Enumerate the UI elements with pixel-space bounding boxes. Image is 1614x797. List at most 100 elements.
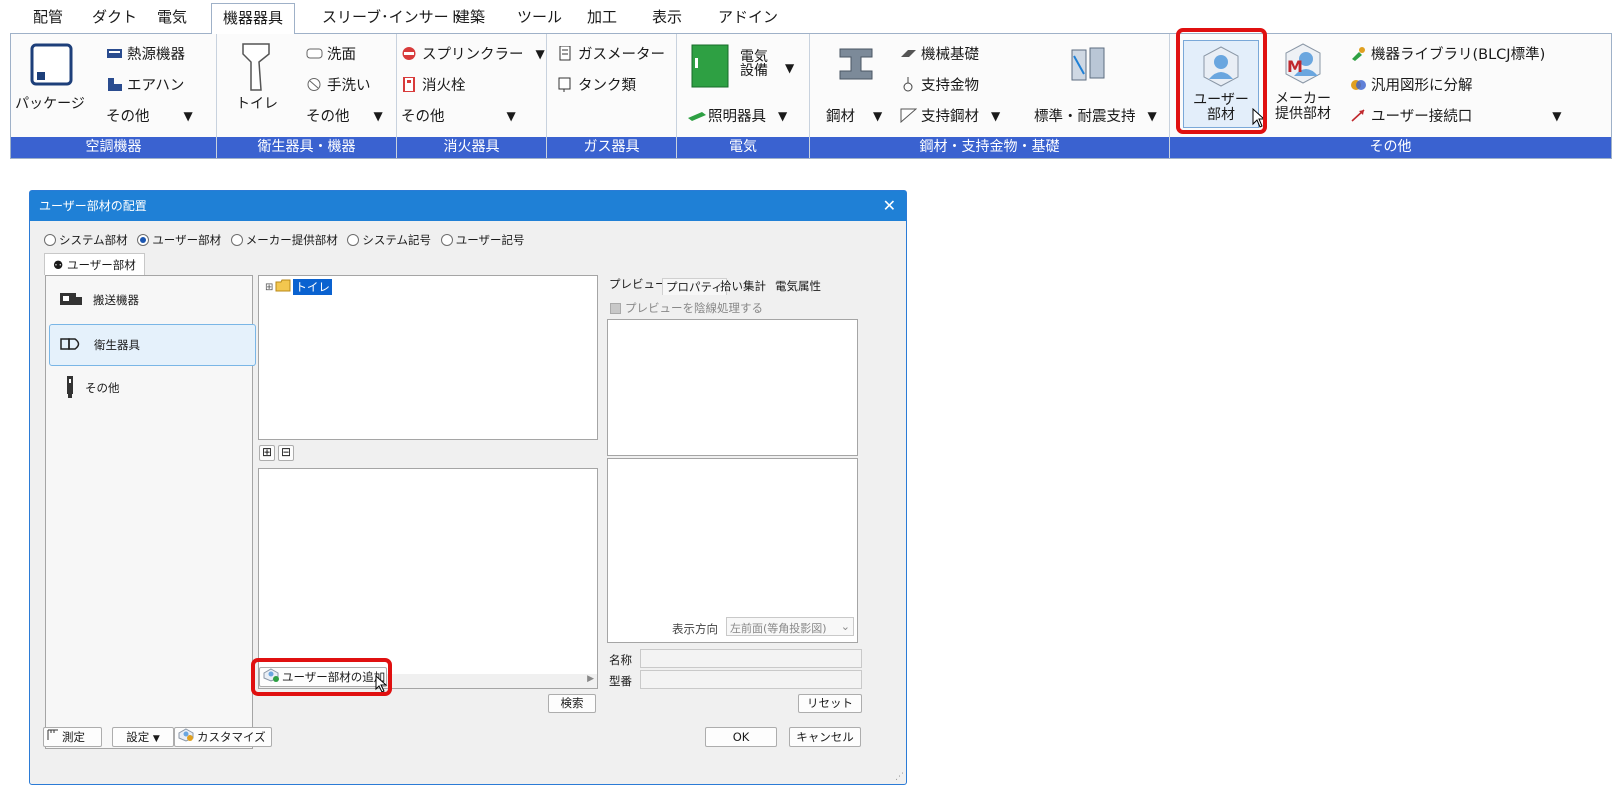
name-label: 名称	[609, 653, 632, 667]
menu-piping[interactable]: 配管	[33, 6, 63, 27]
chevron-down-icon: ▼	[506, 108, 516, 123]
menu-architecture[interactable]: 建築	[455, 6, 485, 27]
checkbox-icon	[610, 302, 621, 314]
hydrant-icon	[401, 76, 418, 93]
user-connection-button[interactable]: ユーザー接続口 ▼	[1350, 105, 1561, 126]
menu-view[interactable]: 表示	[652, 6, 682, 27]
radio-system-part[interactable]: システム部材	[44, 233, 128, 247]
decompose-button[interactable]: 汎用図形に分解	[1350, 74, 1473, 95]
package-icon[interactable]	[29, 42, 74, 87]
menu-duct[interactable]: ダクト	[92, 6, 137, 27]
model-field[interactable]	[640, 670, 862, 689]
radio-maker-part[interactable]: メーカー提供部材	[230, 233, 338, 247]
group-sanitary: トイレ 洗面 手洗い その他 ▼ 衛生器具・機器	[217, 34, 397, 158]
air-handler-button[interactable]: エアハン	[106, 74, 184, 95]
chevron-down-icon: ▼	[1552, 108, 1562, 123]
measure-button[interactable]: 測定	[43, 727, 102, 747]
tab-properties[interactable]: プロパティ	[662, 278, 727, 295]
chevron-down-icon: ▼	[535, 46, 545, 61]
tank-button[interactable]: タンク類	[557, 74, 636, 95]
sanitary-other-button[interactable]: その他 ▼	[306, 105, 383, 126]
category-sanitary[interactable]: 衛生器具	[49, 324, 256, 366]
electric-equipment-icon[interactable]	[691, 44, 729, 88]
svg-text:M: M	[1287, 57, 1303, 76]
part-tree: ⊞ トイレ	[258, 275, 598, 440]
customize-icon	[178, 727, 194, 747]
expand-icon[interactable]: ⊞	[265, 282, 273, 293]
name-field[interactable]	[640, 649, 862, 668]
menu-bar: 配管 ダクト 電気 機器器具 スリーブ･インサート 建築 ツール 加工 表示 ア…	[0, 0, 1614, 34]
seismic-support-icon[interactable]	[1068, 44, 1108, 84]
standard-seismic-button[interactable]: 標準・耐震支持 ▼	[1034, 105, 1157, 126]
tab-quantity[interactable]: 拾い集計	[720, 278, 766, 294]
support-hardware-button[interactable]: 支持金物	[900, 74, 979, 95]
chevron-down-icon: ▼	[1147, 108, 1157, 123]
chevron-down-icon: ▼	[991, 108, 1001, 123]
scroll-right-icon[interactable]: ▶	[587, 674, 594, 684]
menu-addin[interactable]: アドイン	[718, 6, 778, 27]
dialog-title: ユーザー部材の配置	[30, 191, 906, 221]
search-button[interactable]: 検索	[548, 694, 596, 713]
lighting-button[interactable]: 照明器具 ▼	[687, 105, 787, 126]
cancel-button[interactable]: キャンセル	[789, 727, 861, 747]
part-list: ◀ ▶	[258, 468, 598, 689]
radio-system-symbol[interactable]: システム記号	[347, 233, 431, 247]
expand-all-button[interactable]: ⊞	[259, 445, 275, 461]
heat-source-icon	[106, 46, 123, 61]
tree-node-toilet[interactable]: ⊞ トイレ	[265, 279, 332, 295]
ribbon: パッケージ 熱源機器 エアハン その他 ▼ 空調機器 トイレ 洗面 手洗い その他…	[10, 28, 1612, 159]
support-steel-button[interactable]: 支持鋼材 ▼	[900, 105, 1000, 126]
toilet-label[interactable]: トイレ	[227, 97, 287, 112]
chevron-down-icon[interactable]: ▼	[785, 61, 794, 75]
chevron-down-icon: ▼	[183, 108, 193, 123]
chevron-down-icon: ▼	[152, 734, 160, 744]
maker-part-label[interactable]: メーカー 提供部材	[1266, 92, 1340, 122]
gas-meter-button[interactable]: ガスメーター	[557, 43, 665, 64]
close-icon[interactable]: ✕	[883, 196, 896, 215]
machine-base-button[interactable]: 機械基礎	[900, 43, 979, 64]
steel-beam-icon[interactable]	[838, 46, 874, 82]
group-gas: ガスメーター タンク類 ガス器具	[547, 34, 677, 158]
customize-button[interactable]: カスタマイズ	[174, 727, 272, 747]
menu-electric[interactable]: 電気	[157, 6, 187, 27]
package-label[interactable]: パッケージ	[15, 97, 85, 112]
electric-equipment-label[interactable]: 電気 設備	[733, 50, 775, 78]
toilet-icon[interactable]	[239, 40, 275, 94]
radio-user-symbol[interactable]: ユーザー記号	[440, 233, 525, 247]
menu-tools[interactable]: ツール	[517, 6, 562, 27]
category-other[interactable]: その他	[49, 367, 256, 409]
menu-equipment[interactable]: 機器器具	[211, 3, 296, 34]
collapse-all-button[interactable]: ⊟	[278, 445, 294, 461]
menu-sleeve-insert[interactable]: スリーブ･インサート	[322, 6, 464, 27]
sprinkler-button[interactable]: スプリンクラー ▼	[401, 43, 545, 64]
tab-user-part[interactable]: ⚉ ユーザー部材	[44, 253, 145, 275]
heat-source-button[interactable]: 熱源機器	[106, 43, 185, 64]
highlight-add-user-part	[251, 658, 392, 696]
equipment-library-button[interactable]: 機器ライブラリ(BLCJ標準)	[1350, 43, 1545, 64]
folder-icon	[275, 279, 291, 295]
settings-button[interactable]: 設定 ▼	[112, 727, 174, 747]
chevron-down-icon: ▼	[778, 108, 788, 123]
menu-processing[interactable]: 加工	[587, 6, 617, 27]
hydrant-button[interactable]: 消火栓	[401, 74, 466, 95]
reset-button[interactable]: リセット	[798, 694, 862, 713]
sprinkler-icon	[401, 46, 418, 61]
tab-electric-attributes[interactable]: 電気属性	[775, 278, 821, 294]
group-label-electric: 電気	[677, 137, 809, 158]
highlight-user-part	[1176, 28, 1267, 134]
category-conveyor[interactable]: 搬送機器	[49, 279, 256, 321]
group-label-gas: ガス器具	[547, 137, 676, 158]
steel-button[interactable]: 鋼材 ▼	[826, 105, 882, 126]
view-direction-label: 表示方向	[672, 622, 718, 636]
washbasin-button[interactable]: 洗面	[306, 43, 356, 64]
handwash-button[interactable]: 手洗い	[306, 74, 371, 95]
view-direction-select[interactable]: 左前面(等角投影図) ⌄	[726, 617, 854, 636]
radio-user-part[interactable]: ユーザー部材	[137, 233, 221, 247]
maker-part-icon[interactable]: M	[1282, 42, 1324, 86]
tab-preview[interactable]: プレビュー	[609, 276, 667, 292]
ok-button[interactable]: OK	[705, 727, 777, 747]
hidden-line-checkbox[interactable]: プレビューを陰線処理する	[610, 300, 763, 316]
hvac-other-button[interactable]: その他 ▼	[106, 105, 193, 126]
resize-grip-icon[interactable]: ⋰	[895, 772, 904, 782]
fire-other-button[interactable]: その他 ▼	[401, 105, 516, 126]
